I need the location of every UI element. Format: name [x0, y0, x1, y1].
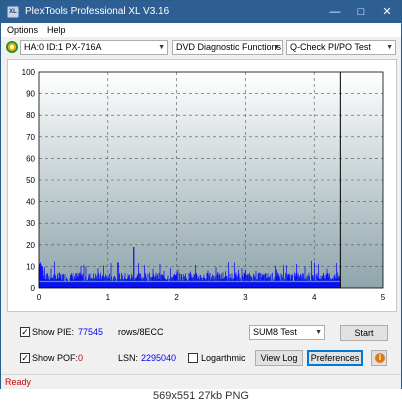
pie-value: 77545 [78, 327, 104, 337]
logarithmic-label: Logarthmic [201, 353, 246, 363]
status-bar: Ready [1, 374, 401, 389]
function-select[interactable]: DVD Diagnostic Functions ▼ [172, 40, 283, 55]
show-pof-checkbox[interactable]: ✓ [20, 353, 30, 363]
sum-test-value: SUM8 Test [253, 327, 297, 337]
window-title: PlexTools Professional XL V3.16 [25, 6, 170, 17]
chart-panel: 0 10 20 30 40 50 60 70 80 90 100 0 1 2 3 4 5 [7, 59, 397, 312]
drive-select[interactable]: HA:0 ID:1 PX-716A ▼ [20, 40, 168, 55]
x-tick-label: 5 [381, 293, 386, 302]
menu-bar: Options Help [1, 23, 401, 37]
close-icon[interactable]: ✕ [375, 3, 399, 21]
y-tick-label: 40 [26, 198, 35, 207]
chevron-down-icon: ▼ [386, 44, 393, 51]
view-log-button[interactable]: View Log [255, 350, 303, 366]
lsn-value: 2295040 [141, 353, 177, 363]
x-tick-label: 3 [243, 293, 248, 302]
function-select-value: DVD Diagnostic Functions [176, 42, 282, 52]
plot-area [39, 72, 383, 288]
chevron-down-icon: ▼ [273, 44, 280, 51]
x-tick-label: 1 [106, 293, 111, 302]
status-text: Ready [5, 377, 32, 387]
controls-panel: ✓ Show PIE: 77545 rows/8ECC SUM8 Test ▼ … [1, 317, 401, 373]
test-select[interactable]: Q-Check PI/PO Test ▼ [286, 40, 396, 55]
y-tick-label: 50 [26, 176, 35, 185]
info-button[interactable]: i [371, 350, 387, 366]
test-select-value: Q-Check PI/PO Test [290, 42, 371, 52]
y-tick-label: 30 [26, 219, 35, 228]
app-logo-icon: XL [7, 6, 19, 18]
x-tick-label: 4 [312, 293, 317, 302]
title-bar: XL PlexTools Professional XL V3.16 — □ ✕ [1, 1, 401, 23]
pie-unit: rows/8ECC [118, 327, 164, 337]
start-button[interactable]: Start [340, 325, 388, 341]
minimize-icon[interactable]: — [323, 3, 347, 21]
lsn-label: LSN: [118, 353, 139, 363]
show-pie-checkbox[interactable]: ✓ [20, 327, 30, 337]
chevron-down-icon: ▼ [158, 44, 165, 51]
maximize-icon[interactable]: □ [349, 3, 373, 21]
menu-help[interactable]: Help [47, 25, 66, 35]
y-tick-label: 90 [26, 90, 35, 99]
y-tick-label: 20 [26, 241, 35, 250]
show-pof-label: Show POF: [32, 353, 79, 363]
x-tick-label: 0 [37, 293, 42, 302]
y-tick-label: 80 [26, 111, 35, 120]
pi-po-chart: 0 10 20 30 40 50 60 70 80 90 100 0 1 2 3 4 5 [22, 68, 386, 302]
y-tick-label: 70 [26, 133, 35, 142]
info-icon: i [375, 353, 385, 363]
sum-test-select[interactable]: SUM8 Test ▼ [249, 325, 325, 340]
chevron-down-icon: ▼ [315, 329, 322, 336]
show-pie-label: Show PIE: [32, 327, 75, 337]
disc-icon [6, 41, 18, 53]
app-window: XL PlexTools Professional XL V3.16 — □ ✕… [0, 0, 402, 389]
menu-options[interactable]: Options [7, 25, 38, 35]
y-tick-label: 0 [31, 284, 36, 293]
preferences-button[interactable]: Preferences [307, 350, 363, 366]
x-tick-label: 2 [174, 293, 179, 302]
y-tick-label: 100 [22, 68, 36, 77]
y-tick-label: 60 [26, 154, 35, 163]
logarithmic-checkbox[interactable] [188, 353, 198, 363]
toolbar: HA:0 ID:1 PX-716A ▼ DVD Diagnostic Funct… [1, 38, 401, 57]
y-tick-label: 10 [26, 262, 35, 271]
pof-value: 0 [78, 353, 84, 363]
image-caption: 569x551 27kb PNG [0, 390, 402, 404]
drive-select-value: HA:0 ID:1 PX-716A [24, 42, 102, 52]
